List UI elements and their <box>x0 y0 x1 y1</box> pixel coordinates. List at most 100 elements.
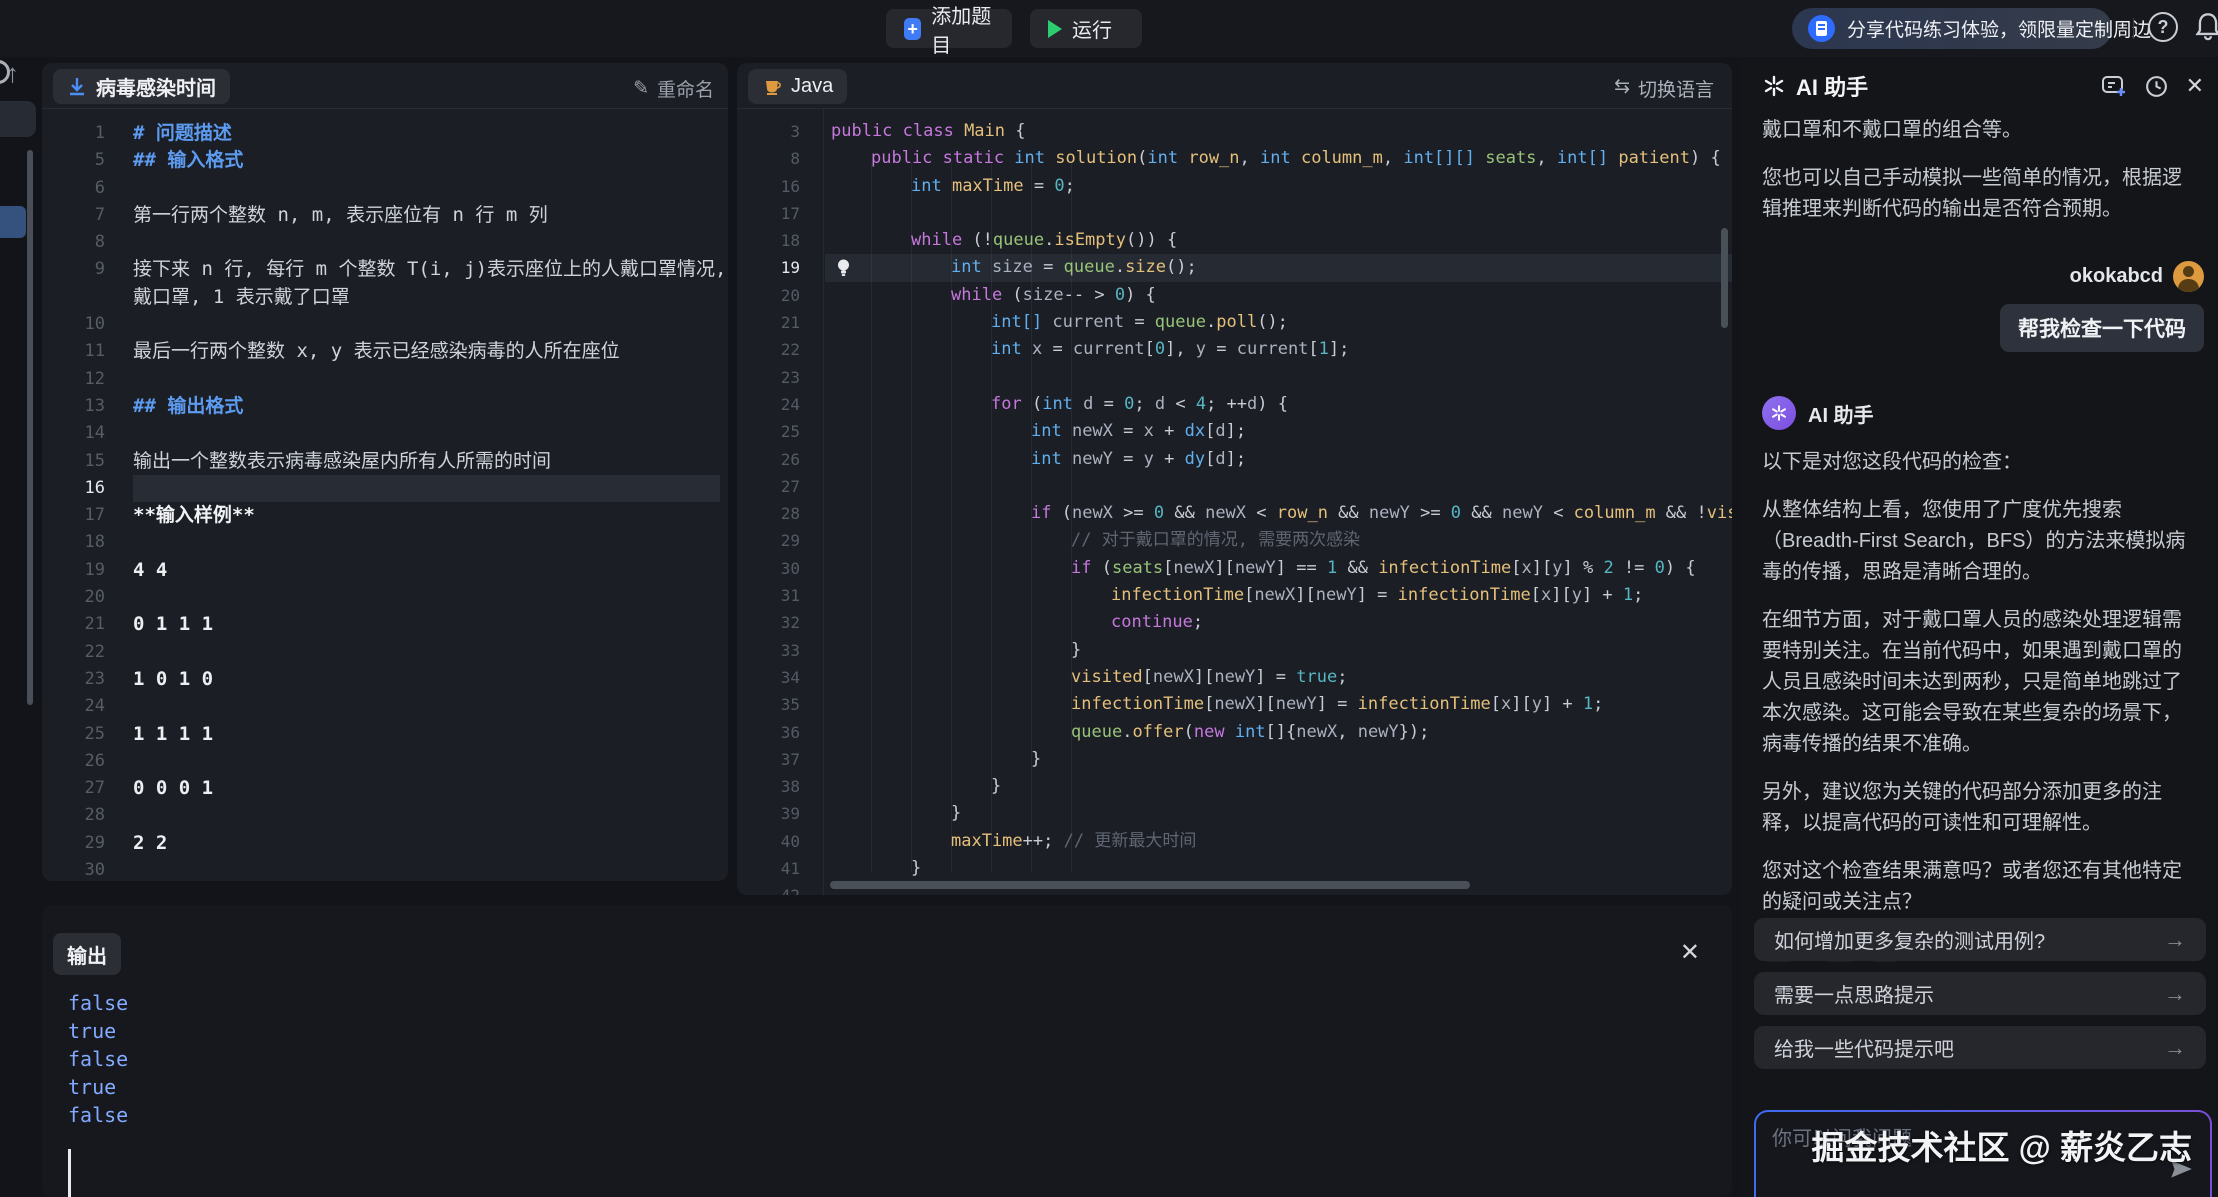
problem-line-row: 292 2 <box>42 830 728 857</box>
ai-reply: 以下是对您这段代码的检查： 从整体结构上看，您使用了广度优先搜索（Breadth-… <box>1742 447 2218 918</box>
output-line: true <box>68 1017 1732 1045</box>
add-problem-button[interactable]: + 添加题目 <box>886 9 1012 48</box>
watermark: 掘金技术社区 @ 薪炎乙志 <box>1811 1121 2192 1169</box>
problem-line-row: 26 <box>42 748 728 775</box>
code-tab-title: Java <box>791 75 833 98</box>
problem-line-row: 210 1 1 1 <box>42 611 728 638</box>
code-line-row: 3public class Main { <box>737 118 1732 145</box>
topbar-divider <box>2133 18 2134 39</box>
language-tab-java[interactable]: Java <box>748 69 847 104</box>
vertical-scrollbar[interactable] <box>1721 228 1728 328</box>
ai-avatar <box>1762 396 1796 430</box>
ai-reply-paragraph: 您对这个检查结果满意吗？或者您还有其他特定的疑问或关注点？ <box>1762 856 2198 918</box>
problem-line-row: 30 <box>42 857 728 881</box>
ai-panel-title: AI 助手 <box>1796 70 1868 102</box>
problem-line-row: 12 <box>42 366 728 393</box>
output-line: false <box>68 1045 1732 1073</box>
problem-line-row: 7第一行两个整数 n, m, 表示座位有 n 行 m 列 <box>42 202 728 229</box>
ai-reply-paragraph: 另外，建议您为关键的代码部分添加更多的注释，以提高代码的可读性和可理解性。 <box>1762 777 2198 839</box>
arrow-right-icon: → <box>2164 927 2186 953</box>
problem-line-row: 14 <box>42 420 728 447</box>
problem-line-row: 戴口罩, 1 表示戴了口罩 <box>42 284 728 311</box>
problem-line-row: 8 <box>42 229 728 256</box>
code-line-row: 8public static int solution(int row_n, i… <box>737 145 1732 172</box>
run-label: 运行 <box>1072 14 1112 43</box>
problem-line-row: 11最后一行两个整数 x, y 表示已经感染病毒的人所在座位 <box>42 338 728 365</box>
output-tab[interactable]: 输出 <box>53 933 121 975</box>
problem-line-row: 194 4 <box>42 557 728 584</box>
output-line: false <box>68 989 1732 1017</box>
user-message-bubble: 帮我检查一下代码 <box>2000 304 2204 352</box>
code-line-row: 28if (newX >= 0 && newX < row_n && newY … <box>737 500 1732 527</box>
new-chat-icon[interactable] <box>2101 74 2127 98</box>
play-icon <box>1048 20 1062 38</box>
switch-language-button[interactable]: ⇆ 切换语言 <box>1614 75 1714 102</box>
rail-active-item[interactable] <box>0 206 26 238</box>
terminal-cursor[interactable] <box>68 1149 71 1197</box>
close-icon[interactable]: ✕ <box>1680 941 1700 965</box>
problem-line-row: 10 <box>42 311 728 338</box>
assistant-name: AI 助手 <box>1808 399 1874 428</box>
problem-line-row: 17**输入样例** <box>42 502 728 529</box>
arrow-right-icon: → <box>2164 981 2186 1007</box>
suggestion-chip[interactable]: 需要一点思路提示→ <box>1754 972 2206 1015</box>
bell-icon[interactable] <box>2194 12 2218 42</box>
problem-line-row: 251 1 1 1 <box>42 721 728 748</box>
problem-line-row: 16 <box>42 475 728 502</box>
rename-button[interactable]: ✎ 重命名 <box>633 75 714 102</box>
download-icon <box>67 76 87 98</box>
code-line-row: 30if (seats[newX][newY] == 1 && infectio… <box>737 555 1732 582</box>
problem-line-row: 22 <box>42 639 728 666</box>
problem-panel-header: 病毒感染时间 ✎ 重命名 <box>42 63 728 109</box>
suggestion-chip[interactable]: 如何增加更多复杂的测试用例?→ <box>1754 918 2206 961</box>
ai-reply-paragraph: 从整体结构上看，您使用了广度优先搜索（Breadth-First Search，… <box>1762 495 2198 588</box>
problem-line-row: 20 <box>42 584 728 611</box>
collapse-up-icon[interactable]: ↑ <box>6 58 19 89</box>
rail-tab[interactable] <box>0 101 36 137</box>
run-button[interactable]: 运行 <box>1030 9 1142 48</box>
problem-line-row: 13## 输出格式 <box>42 393 728 420</box>
problem-panel: 病毒感染时间 ✎ 重命名 1# 问题描述5## 输入格式67第一行两个整数 n,… <box>42 63 728 881</box>
problem-line-row: 24 <box>42 693 728 720</box>
sparkle-icon <box>1762 74 1786 98</box>
suggestion-chip[interactable]: 给我一些代码提示吧→ <box>1754 1026 2206 1069</box>
lightbulb-icon[interactable] <box>836 258 851 278</box>
plus-icon: + <box>904 18 921 40</box>
horizontal-scrollbar[interactable] <box>830 881 1470 889</box>
problem-line-row: 15输出一个整数表示病毒感染屋内所有人所需的时间 <box>42 448 728 475</box>
share-banner-label: 分享代码练习体验，领限量定制周边 <box>1847 15 2151 42</box>
problem-panel-scrollbar[interactable] <box>27 150 33 705</box>
history-icon[interactable] <box>2144 74 2169 99</box>
problem-tab[interactable]: 病毒感染时间 <box>53 69 230 104</box>
username: okokabcd <box>2070 265 2163 288</box>
suggestion-chips: 如何增加更多复杂的测试用例?→ 需要一点思路提示→ 给我一些代码提示吧→ <box>1754 918 2206 1080</box>
java-cup-icon <box>762 77 782 97</box>
share-banner-button[interactable]: 分享代码练习体验，领限量定制周边 <box>1792 8 2112 49</box>
app-root: { "topbar": { "add_problem_label": "添加题目… <box>0 0 2218 1197</box>
problem-line-row: 9接下来 n 行, 每行 m 个整数 T(i, j)表示座位上的人戴口罩情况, … <box>42 256 728 283</box>
ai-reply-paragraph: 以下是对您这段代码的检查： <box>1762 447 2198 478</box>
problem-lines[interactable]: 1# 问题描述5## 输入格式67第一行两个整数 n, m, 表示座位有 n 行… <box>42 109 728 881</box>
ai-truncated-message: 戴口罩和不戴口罩的组合等。 <box>1762 115 2198 146</box>
output-lines: falsetruefalsetruefalse <box>42 981 1732 1129</box>
help-icon[interactable]: ? <box>2148 12 2178 42</box>
ai-intro-paragraph: 您也可以自己手动模拟一些简单的情况，根据逻辑推理来判断代码的输出是否符合预期。 <box>1762 163 2198 225</box>
rename-label: 重命名 <box>657 75 714 102</box>
ai-panel-header: AI 助手 ✕ <box>1742 63 2218 109</box>
assistant-row: AI 助手 <box>1762 396 2198 430</box>
code-panel-header: Java ⇆ 切换语言 <box>737 63 1732 109</box>
top-bar: + 添加题目 运行 分享代码练习体验，领限量定制周边 ? <box>0 0 2218 57</box>
output-line: true <box>68 1073 1732 1101</box>
output-tab-title: 输出 <box>67 940 107 969</box>
output-line: false <box>68 1101 1732 1129</box>
close-icon[interactable]: ✕ <box>2186 73 2204 99</box>
ai-assistant-panel: AI 助手 ✕ 戴口罩和不戴口罩的组合等。 您也可以自己手动模拟一些简单的情况，… <box>1742 63 2218 1197</box>
problem-line-row: 1# 问题描述 <box>42 120 728 147</box>
problem-line-row: 18 <box>42 529 728 556</box>
problem-line-row: 5## 输入格式 <box>42 147 728 174</box>
problem-line-row: 28 <box>42 802 728 829</box>
code-line-row: 31infectionTime[newX][newY] = infectionT… <box>737 582 1732 609</box>
code-line-row: 35infectionTime[newX][newY] = infectionT… <box>737 691 1732 718</box>
clipboard-icon <box>1808 15 1835 42</box>
switch-language-label: 切换语言 <box>1638 75 1714 102</box>
